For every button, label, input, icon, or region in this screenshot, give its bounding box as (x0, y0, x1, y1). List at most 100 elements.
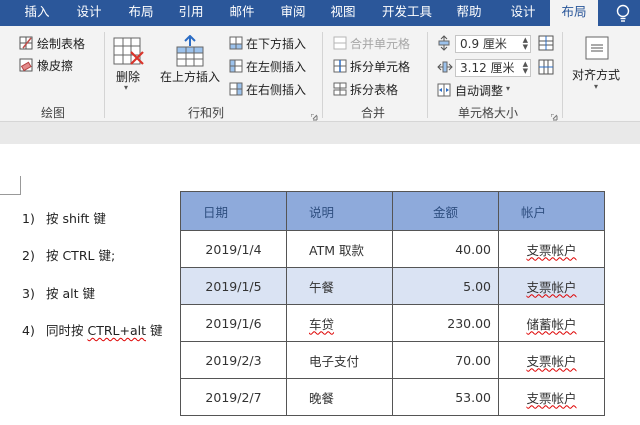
table-row: 2019/2/3 电子支付 70.00 支票帐户 (180, 341, 605, 379)
cell-date[interactable]: 2019/1/6 (180, 304, 287, 342)
autofit-dropdown-chevron-icon[interactable]: ▾ (506, 84, 510, 93)
delete-table-icon (113, 37, 145, 70)
cell-size-dialog-launcher-icon[interactable] (550, 110, 558, 121)
column-width-value: 3.12 厘米 (460, 61, 515, 75)
header-date[interactable]: 日期 (180, 191, 287, 231)
page-margin-corner-mark (0, 176, 21, 195)
row-height-field[interactable]: 0.9 厘米 ▲ ▼ (455, 35, 531, 53)
column-width-down-icon[interactable]: ▼ (523, 68, 528, 75)
tab-mailings[interactable]: 邮件 (219, 0, 265, 26)
alignment-button[interactable]: 对齐方式 (572, 66, 620, 83)
eraser-button[interactable]: 橡皮擦 (37, 57, 73, 74)
group-divider (322, 32, 323, 118)
distribute-rows-icon[interactable] (538, 35, 554, 54)
column-width-icon (437, 60, 453, 77)
split-table-icon (333, 82, 347, 99)
tab-table-layout[interactable]: 布局 (550, 0, 598, 26)
cell-account[interactable]: 储蓄帐户 (498, 304, 605, 342)
list-item[interactable]: 1) 按 shift 键 (22, 208, 106, 227)
cell-description[interactable]: 午餐 (286, 267, 393, 305)
list-item-text-suffix: 键 (146, 323, 163, 338)
cell-description[interactable]: 车贷 (286, 304, 393, 342)
header-description[interactable]: 说明 (286, 191, 393, 231)
cell-date[interactable]: 2019/1/4 (180, 230, 287, 268)
insert-right-button[interactable]: 在右侧插入 (246, 81, 306, 98)
merge-cells-icon (333, 36, 347, 53)
group-label-merge: 合并 (360, 106, 385, 120)
tell-me-lightbulb-icon[interactable] (606, 0, 640, 26)
cell-account[interactable]: 支票帐户 (498, 230, 605, 268)
tab-insert[interactable]: 插入 (14, 0, 60, 26)
group-label-cell-size: 单元格大小 (457, 106, 518, 120)
tab-review[interactable]: 审阅 (270, 0, 316, 26)
cell-account-text: 支票帐户 (526, 242, 577, 258)
list-item-number: 1) (22, 211, 35, 226)
cell-description-text: 车贷 (309, 316, 335, 332)
list-item-text-prefix: 同时按 (45, 323, 88, 338)
cell-amount[interactable]: 70.00 (392, 341, 499, 379)
insert-left-icon (229, 59, 243, 76)
insert-below-button[interactable]: 在下方插入 (246, 35, 306, 52)
tab-table-design[interactable]: 设计 (499, 0, 547, 26)
list-item[interactable]: 4) 同时按 CTRL+alt 键 (22, 320, 162, 339)
cell-date[interactable]: 2019/1/5 (180, 267, 287, 305)
distribute-columns-icon[interactable] (538, 59, 554, 78)
cell-account[interactable]: 支票帐户 (498, 341, 605, 379)
alignment-dropdown-chevron-icon[interactable]: ▾ (594, 82, 598, 91)
header-account[interactable]: 帐户 (498, 191, 605, 231)
list-item-text: 按 shift 键 (45, 211, 106, 226)
group-divider (562, 32, 563, 118)
tab-view[interactable]: 视图 (320, 0, 366, 26)
list-item-text: 按 CTRL 键; (45, 248, 116, 263)
cell-amount[interactable]: 40.00 (392, 230, 499, 268)
tab-help[interactable]: 帮助 (446, 0, 492, 26)
rows-columns-dialog-launcher-icon[interactable] (310, 110, 318, 121)
group-divider (427, 32, 428, 118)
split-cells-button[interactable]: 拆分单元格 (350, 58, 410, 75)
autofit-button[interactable]: 自动调整 (455, 82, 503, 99)
cell-description[interactable]: 晚餐 (286, 378, 393, 416)
cell-date[interactable]: 2019/2/7 (180, 378, 287, 416)
draw-table-icon (19, 36, 33, 53)
insert-below-icon (229, 36, 243, 53)
cell-account-text: 支票帐户 (526, 390, 577, 406)
list-item-text-keys: CTRL+alt (87, 323, 146, 338)
tab-layout[interactable]: 布局 (118, 0, 164, 26)
insert-right-icon (229, 82, 243, 99)
table-header-row: 日期 说明 金额 帐户 (180, 191, 605, 231)
cell-amount[interactable]: 5.00 (392, 267, 499, 305)
tab-references[interactable]: 引用 (168, 0, 214, 26)
cell-account-text: 支票帐户 (526, 353, 577, 369)
insert-left-button[interactable]: 在左侧插入 (246, 58, 306, 75)
eraser-icon (19, 58, 33, 75)
list-item-number: 3) (22, 286, 35, 301)
row-height-value: 0.9 厘米 (460, 37, 507, 51)
tab-developer[interactable]: 开发工具 (376, 0, 438, 26)
cell-amount[interactable]: 230.00 (392, 304, 499, 342)
tab-design[interactable]: 设计 (66, 0, 112, 26)
list-item[interactable]: 2) 按 CTRL 键; (22, 245, 115, 264)
table-row: 2019/2/7 晚餐 53.00 支票帐户 (180, 378, 605, 416)
cell-account[interactable]: 支票帐户 (498, 378, 605, 416)
cell-amount[interactable]: 53.00 (392, 378, 499, 416)
delete-dropdown-chevron-icon[interactable]: ▾ (124, 83, 128, 92)
cell-description[interactable]: ATM 取款 (286, 230, 393, 268)
cell-date[interactable]: 2019/2/3 (180, 341, 287, 379)
insert-above-button[interactable]: 在上方插入 (160, 68, 220, 85)
list-item-text: 按 alt 键 (45, 286, 95, 301)
row-height-icon (437, 35, 451, 54)
column-width-field[interactable]: 3.12 厘米 ▲ ▼ (455, 59, 531, 77)
split-table-button[interactable]: 拆分表格 (350, 81, 398, 98)
cell-description[interactable]: 电子支付 (286, 341, 393, 379)
expense-table[interactable]: 日期 说明 金额 帐户 2019/1/4 ATM 取款 40.00 支票帐户 2… (180, 191, 605, 416)
header-amount[interactable]: 金额 (392, 191, 499, 231)
cell-account-text: 储蓄帐户 (526, 316, 577, 332)
alignment-icon (585, 36, 609, 63)
row-height-down-icon[interactable]: ▼ (523, 44, 528, 51)
split-cells-icon (333, 59, 347, 76)
cell-account[interactable]: 支票帐户 (498, 267, 605, 305)
draw-table-button[interactable]: 绘制表格 (37, 35, 85, 52)
list-item[interactable]: 3) 按 alt 键 (22, 283, 95, 302)
merge-cells-button[interactable]: 合并单元格 (350, 35, 410, 52)
table-row: 2019/1/6 车贷 230.00 储蓄帐户 (180, 304, 605, 342)
